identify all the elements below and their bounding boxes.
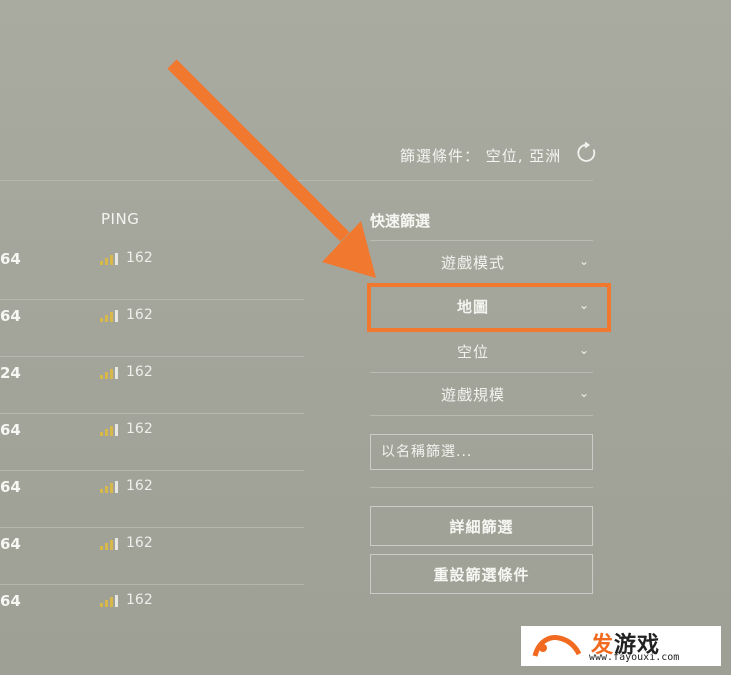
table-row[interactable]: 64 162	[0, 528, 304, 585]
table-row[interactable]: 64 162	[0, 414, 304, 471]
player-count: 64	[0, 307, 21, 325]
advanced-filter-button[interactable]: 詳細篩選	[370, 506, 593, 546]
ping-value: 162	[126, 364, 153, 380]
player-count: 64	[0, 421, 21, 439]
quick-filter-title: 快速篩選	[370, 212, 431, 230]
ping-value: 162	[126, 478, 153, 494]
signal-icon	[100, 310, 118, 322]
table-row[interactable]: 24 162	[0, 357, 304, 414]
reset-filter-button[interactable]: 重設篩選條件	[370, 554, 593, 594]
player-count: 64	[0, 592, 21, 610]
quick-filter-label: 遊戲模式	[440, 254, 505, 272]
watermark-url: www.fayouxi.com	[589, 652, 680, 663]
filter-status-text: 篩選條件： 空位, 亞洲	[400, 147, 562, 165]
player-count: 64	[0, 535, 21, 553]
player-count: 24	[0, 364, 21, 382]
table-row[interactable]: 64 162	[0, 471, 304, 528]
signal-icon	[100, 424, 118, 436]
watermark: 发游戏 www.fayouxi.com	[521, 626, 721, 666]
signal-icon	[100, 367, 118, 379]
highlight-box	[367, 283, 611, 332]
quick-filter-game-size[interactable]: 遊戲規模 ⌄	[370, 373, 593, 416]
quick-filter-game-mode[interactable]: 遊戲模式 ⌄	[370, 241, 593, 284]
ping-value: 162	[126, 592, 153, 608]
quick-filter-label: 空位	[456, 343, 489, 361]
header-divider	[0, 180, 593, 181]
ping-value: 162	[126, 535, 153, 551]
table-row[interactable]: 64 162	[0, 243, 304, 300]
signal-icon	[100, 538, 118, 550]
quick-filter-label: 遊戲規模	[440, 386, 505, 404]
chevron-down-icon: ⌄	[578, 386, 589, 400]
table-row[interactable]: 64 162	[0, 300, 304, 357]
ping-value: 162	[126, 307, 153, 323]
quick-filter-free-slots[interactable]: 空位 ⌄	[370, 330, 593, 373]
table-row[interactable]: 64 162	[0, 585, 304, 642]
ping-value: 162	[126, 421, 153, 437]
ping-column-header[interactable]: PING	[101, 210, 139, 228]
chevron-down-icon: ⌄	[578, 343, 589, 357]
signal-icon	[100, 253, 118, 265]
signal-icon	[100, 595, 118, 607]
player-count: 64	[0, 478, 21, 496]
logo-icon	[532, 635, 582, 657]
ping-value: 162	[126, 250, 153, 266]
player-count: 64	[0, 250, 21, 268]
refresh-icon[interactable]	[575, 141, 599, 165]
filter-divider	[370, 487, 593, 488]
chevron-down-icon: ⌄	[578, 254, 589, 268]
signal-icon	[100, 481, 118, 493]
name-filter-input[interactable]	[370, 434, 593, 470]
